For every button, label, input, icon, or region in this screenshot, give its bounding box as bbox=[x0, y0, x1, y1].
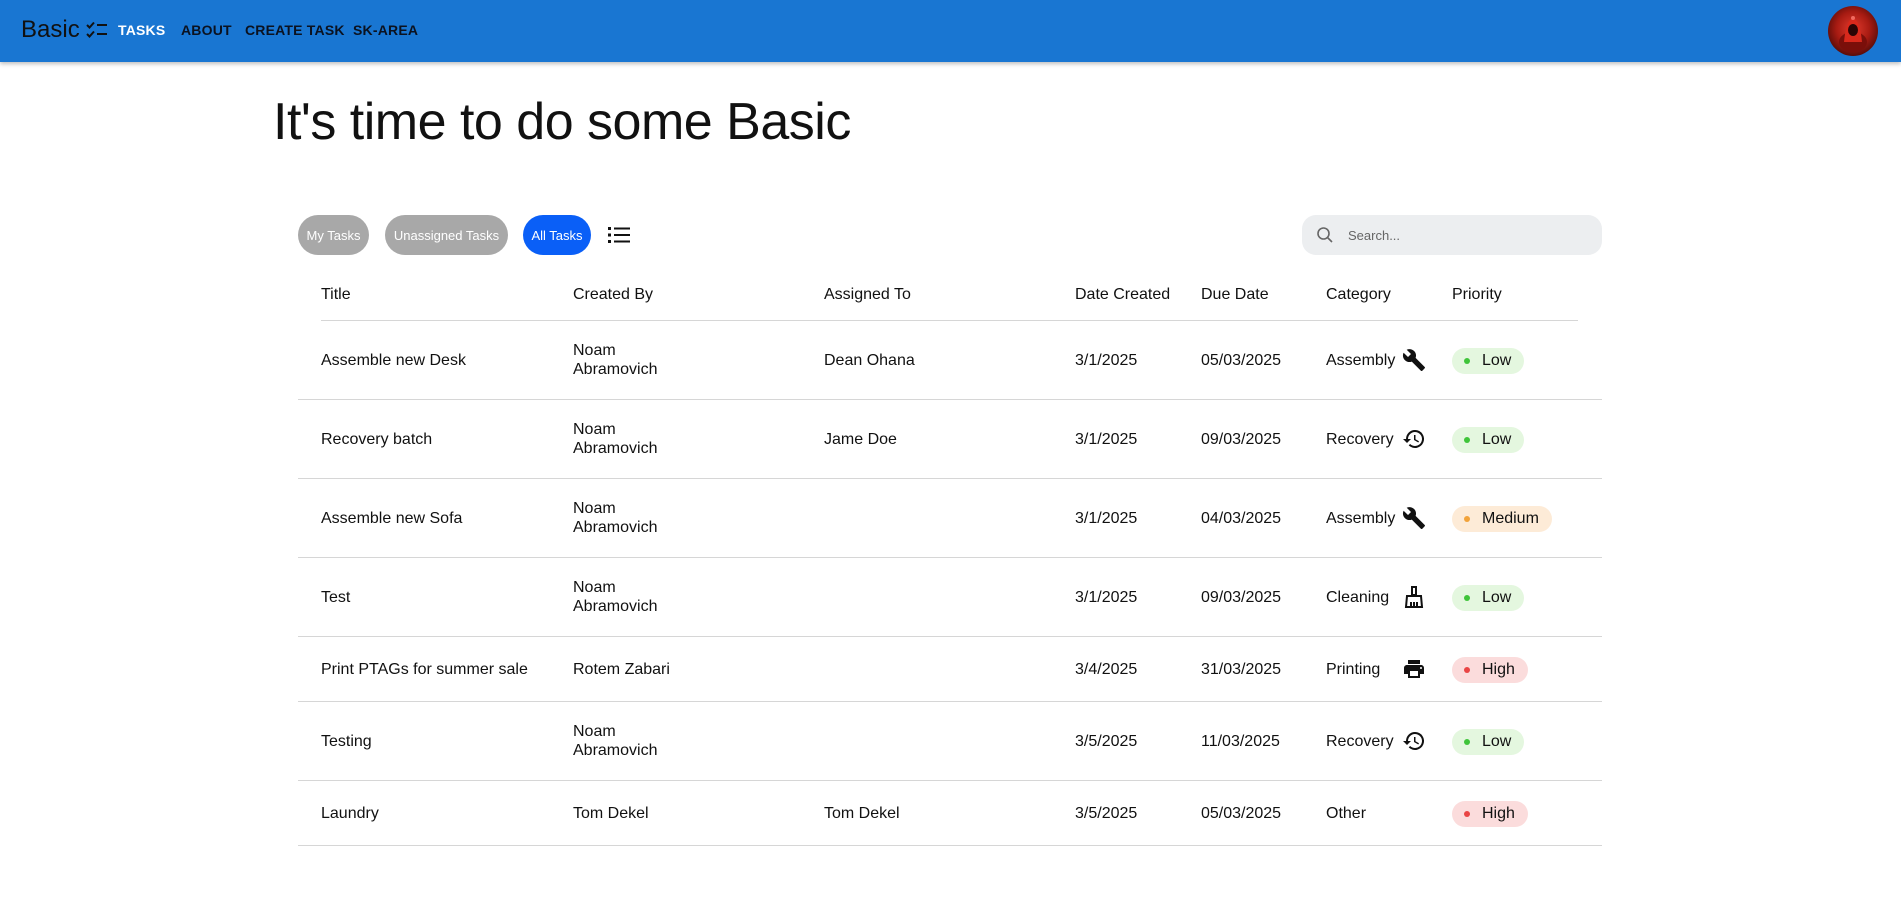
header-title[interactable]: Title bbox=[321, 286, 351, 304]
priority-dot bbox=[1464, 595, 1470, 601]
table-row[interactable]: Test Noam Abramovich 3/1/2025 09/03/2025… bbox=[298, 558, 1602, 637]
cell-category: Printing bbox=[1326, 661, 1381, 678]
priority-badge: High bbox=[1452, 657, 1528, 683]
cell-title: Assemble new Sofa bbox=[321, 510, 463, 527]
priority-label: Low bbox=[1482, 733, 1512, 750]
cell-assigned-to: Dean Ohana bbox=[824, 352, 915, 369]
priority-label: High bbox=[1482, 805, 1515, 822]
cell-created-by: Noam Abramovich bbox=[573, 342, 658, 378]
cell-category: Cleaning bbox=[1326, 589, 1390, 606]
header-date-created[interactable]: Date Created bbox=[1075, 286, 1170, 304]
page-title: It's time to do some Basic bbox=[273, 93, 851, 151]
cell-category: Recovery bbox=[1326, 733, 1394, 750]
nav-about[interactable]: ABOUT bbox=[181, 22, 232, 38]
cell-assigned-to: Tom Dekel bbox=[824, 805, 900, 822]
priority-dot bbox=[1464, 358, 1470, 364]
cell-title: Laundry bbox=[321, 805, 379, 822]
filter-unassigned-tasks[interactable]: Unassigned Tasks bbox=[385, 215, 508, 255]
table-row[interactable]: Assemble new Sofa Noam Abramovich 3/1/20… bbox=[298, 479, 1602, 558]
cell-category: Assembly bbox=[1326, 352, 1396, 369]
cell-date-created: 3/1/2025 bbox=[1075, 352, 1138, 369]
app-bar: Basic TASKS ABOUT CREATE TASK SK-AREA bbox=[0, 0, 1901, 62]
priority-label: Low bbox=[1482, 352, 1512, 369]
cell-date-created: 3/1/2025 bbox=[1075, 431, 1138, 448]
cell-date-created: 3/5/2025 bbox=[1075, 805, 1138, 822]
cell-title: Assemble new Desk bbox=[321, 352, 466, 369]
priority-dot bbox=[1464, 516, 1470, 522]
cell-due-date: 05/03/2025 bbox=[1201, 805, 1282, 822]
priority-badge: Low bbox=[1452, 585, 1525, 611]
priority-badge: Low bbox=[1452, 348, 1525, 374]
priority-label: Low bbox=[1482, 431, 1512, 448]
history-icon bbox=[1403, 429, 1425, 448]
cell-date-created: 3/4/2025 bbox=[1075, 661, 1138, 678]
broom-icon bbox=[1404, 586, 1424, 608]
table-row[interactable]: Assemble new Desk Noam Abramovich Dean O… bbox=[298, 321, 1602, 400]
cell-due-date: 05/03/2025 bbox=[1201, 352, 1282, 369]
search-input[interactable] bbox=[1348, 227, 1588, 243]
printer-icon bbox=[1404, 660, 1424, 678]
priority-dot bbox=[1464, 437, 1470, 443]
table-row[interactable]: Recovery batch Noam Abramovich Jame Doe … bbox=[298, 400, 1602, 479]
cell-title: Print PTAGs for summer sale bbox=[321, 661, 528, 678]
priority-badge: High bbox=[1452, 801, 1528, 827]
list-view-icon[interactable] bbox=[606, 222, 632, 248]
brand-name: Basic bbox=[21, 16, 80, 43]
cell-due-date: 09/03/2025 bbox=[1201, 589, 1282, 606]
cell-due-date: 31/03/2025 bbox=[1201, 661, 1282, 678]
priority-badge: Low bbox=[1452, 427, 1525, 453]
wrench-icon bbox=[1402, 349, 1425, 371]
priority-dot bbox=[1464, 811, 1470, 817]
priority-label: High bbox=[1482, 661, 1515, 678]
priority-label: Low bbox=[1482, 589, 1512, 606]
search-icon bbox=[1317, 227, 1333, 243]
cell-category: Recovery bbox=[1326, 431, 1394, 448]
wrench-icon bbox=[1402, 507, 1425, 529]
avatar[interactable] bbox=[1828, 6, 1878, 56]
cell-created-by: Noam Abramovich bbox=[573, 723, 658, 759]
filter-my-tasks[interactable]: My Tasks bbox=[298, 215, 369, 255]
cell-category: Assembly bbox=[1326, 510, 1396, 527]
cell-date-created: 3/5/2025 bbox=[1075, 733, 1138, 750]
cell-due-date: 09/03/2025 bbox=[1201, 431, 1282, 448]
header-due-date[interactable]: Due Date bbox=[1201, 286, 1269, 304]
search-box[interactable] bbox=[1302, 215, 1602, 255]
cell-created-by: Noam Abramovich bbox=[573, 579, 658, 615]
cell-category: Other bbox=[1326, 805, 1367, 822]
cell-created-by: Rotem Zabari bbox=[573, 661, 670, 678]
priority-dot bbox=[1464, 739, 1470, 745]
cell-due-date: 04/03/2025 bbox=[1201, 510, 1282, 527]
cell-created-by: Noam Abramovich bbox=[573, 421, 658, 457]
avatar-figure-icon bbox=[1839, 16, 1867, 52]
cell-due-date: 11/03/2025 bbox=[1201, 733, 1280, 750]
cell-title: Recovery batch bbox=[321, 431, 433, 448]
cell-date-created: 3/1/2025 bbox=[1075, 510, 1138, 527]
nav-tasks[interactable]: TASKS bbox=[118, 22, 165, 38]
filter-all-tasks[interactable]: All Tasks bbox=[523, 215, 591, 255]
table-row[interactable]: Testing Noam Abramovich 3/5/2025 11/03/2… bbox=[298, 702, 1602, 781]
history-icon bbox=[1403, 731, 1425, 750]
priority-label: Medium bbox=[1482, 510, 1539, 527]
brand-logo[interactable]: Basic bbox=[21, 16, 108, 44]
header-category[interactable]: Category bbox=[1326, 286, 1391, 304]
cell-created-by: Noam Abramovich bbox=[573, 500, 658, 536]
nav-sk-area[interactable]: SK-AREA bbox=[353, 22, 418, 38]
table-row[interactable]: Print PTAGs for summer sale Rotem Zabari… bbox=[298, 637, 1602, 702]
cell-title: Test bbox=[321, 589, 351, 606]
table-row[interactable]: Laundry Tom Dekel Tom Dekel 3/5/2025 05/… bbox=[298, 781, 1602, 846]
priority-dot bbox=[1464, 667, 1470, 673]
header-priority[interactable]: Priority bbox=[1452, 286, 1502, 304]
cell-date-created: 3/1/2025 bbox=[1075, 589, 1138, 606]
header-created-by[interactable]: Created By bbox=[573, 286, 653, 304]
priority-badge: Medium bbox=[1452, 506, 1552, 532]
priority-badge: Low bbox=[1452, 729, 1525, 755]
checklist-icon bbox=[85, 21, 107, 38]
cell-created-by: Tom Dekel bbox=[573, 805, 649, 822]
nav-create-task[interactable]: CREATE TASK bbox=[245, 22, 345, 38]
header-assigned-to[interactable]: Assigned To bbox=[824, 286, 911, 304]
cell-assigned-to: Jame Doe bbox=[824, 431, 897, 448]
cell-title: Testing bbox=[321, 733, 372, 750]
